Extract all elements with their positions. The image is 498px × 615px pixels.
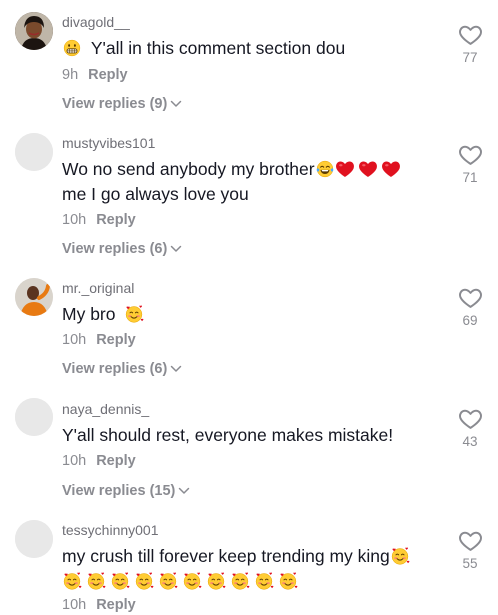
comment-text: my crush till forever keep trending my k… — [62, 544, 447, 594]
view-replies-label: View replies (9) — [62, 96, 168, 112]
smiling-face-with-hearts-icon — [206, 571, 226, 591]
reply-button[interactable]: Reply — [96, 597, 136, 613]
like-button[interactable]: 77 — [455, 22, 485, 65]
comment-text-body: Y'all should rest, everyone makes mistak… — [62, 425, 394, 445]
chevron-down-icon — [178, 487, 190, 495]
default-avatar-icon — [15, 520, 53, 558]
username[interactable]: mustyvibes101 — [62, 135, 155, 151]
comment-meta: 10h Reply — [62, 332, 136, 348]
comment-item: tessychinny001 my crush till forever kee… — [0, 512, 498, 615]
like-button[interactable]: 55 — [455, 528, 485, 571]
reply-button[interactable]: Reply — [96, 332, 136, 348]
emoji-row — [62, 571, 298, 591]
smiling-face-with-hearts-icon — [124, 304, 144, 324]
comment-text-line1: Wo no send anybody my brother — [62, 159, 315, 179]
timestamp: 10h — [62, 212, 87, 228]
avatar[interactable] — [15, 520, 53, 558]
view-replies-button[interactable]: View replies (15) — [62, 483, 190, 499]
like-button[interactable]: 71 — [455, 142, 485, 185]
comment-meta: 10h Reply — [62, 597, 136, 613]
comment-item: mr._original My bro 10h Reply View replie… — [0, 268, 498, 393]
avatar[interactable] — [15, 398, 53, 436]
smiling-face-with-hearts-icon — [110, 571, 130, 591]
heart-outline-icon — [458, 142, 483, 167]
smiling-face-with-hearts-icon — [278, 571, 298, 591]
chevron-down-icon — [170, 365, 182, 373]
username[interactable]: divagold__ — [62, 14, 130, 30]
comment-text-body: my crush till forever keep trending my k… — [62, 546, 390, 566]
smiling-face-with-hearts-icon — [86, 571, 106, 591]
chevron-down-icon — [170, 100, 182, 108]
username[interactable]: naya_dennis_ — [62, 401, 149, 417]
like-button[interactable]: 43 — [455, 406, 485, 449]
comment-meta: 10h Reply — [62, 212, 136, 228]
view-replies-label: View replies (15) — [62, 483, 176, 499]
grimacing-face-icon — [62, 38, 82, 58]
red-heart-icon — [335, 159, 355, 179]
smiling-face-with-hearts-icon — [254, 571, 274, 591]
like-count: 77 — [462, 50, 478, 65]
reply-button[interactable]: Reply — [88, 67, 128, 83]
comment-text: Wo no send anybody my brother me I go al… — [62, 157, 442, 207]
view-replies-label: View replies (6) — [62, 361, 168, 377]
like-count: 69 — [462, 313, 478, 328]
smiling-face-with-hearts-icon — [390, 546, 410, 566]
view-replies-button[interactable]: View replies (9) — [62, 96, 182, 112]
heart-outline-icon — [458, 528, 483, 553]
comment-meta: 9h Reply — [62, 67, 128, 83]
comment-text-line2: me I go always love you — [62, 184, 249, 204]
tears-of-joy-icon — [315, 159, 335, 179]
default-avatar-icon — [15, 398, 53, 436]
profile-photo-icon — [15, 278, 53, 316]
default-avatar-icon — [15, 133, 53, 171]
heart-outline-icon — [458, 285, 483, 310]
comment-item: naya_dennis_ Y'all should rest, everyone… — [0, 390, 498, 515]
like-button[interactable]: 69 — [455, 285, 485, 328]
reply-button[interactable]: Reply — [96, 212, 136, 228]
view-replies-button[interactable]: View replies (6) — [62, 361, 182, 377]
comment-text-body: Y'all in this comment section dou — [90, 38, 346, 58]
reply-button[interactable]: Reply — [96, 453, 136, 469]
comment-text-body: My bro — [62, 304, 116, 324]
avatar[interactable] — [15, 278, 53, 316]
smiling-face-with-hearts-icon — [230, 571, 250, 591]
smiling-face-with-hearts-icon — [62, 571, 82, 591]
comment-text: Y'all should rest, everyone makes mistak… — [62, 423, 442, 448]
comment-text: My bro — [62, 302, 442, 327]
username[interactable]: tessychinny001 — [62, 522, 159, 538]
comment-item: mustyvibes101 Wo no send anybody my brot… — [0, 125, 498, 265]
timestamp: 10h — [62, 453, 87, 469]
avatar[interactable] — [15, 12, 53, 50]
smiling-face-with-hearts-icon — [158, 571, 178, 591]
like-count: 43 — [462, 434, 478, 449]
view-replies-button[interactable]: View replies (6) — [62, 241, 182, 257]
profile-photo-icon — [15, 12, 53, 50]
red-heart-icon — [358, 159, 378, 179]
chevron-down-icon — [170, 245, 182, 253]
red-heart-icon — [381, 159, 401, 179]
avatar[interactable] — [15, 133, 53, 171]
smiling-face-with-hearts-icon — [182, 571, 202, 591]
username[interactable]: mr._original — [62, 280, 134, 296]
timestamp: 10h — [62, 332, 87, 348]
like-count: 71 — [462, 170, 478, 185]
comment-item: divagold__ Y'all in this comment section… — [0, 0, 498, 125]
like-count: 55 — [462, 556, 478, 571]
heart-outline-icon — [458, 22, 483, 47]
timestamp: 10h — [62, 597, 87, 613]
view-replies-label: View replies (6) — [62, 241, 168, 257]
comment-text: Y'all in this comment section dou — [62, 36, 442, 61]
timestamp: 9h — [62, 67, 79, 83]
heart-outline-icon — [458, 406, 483, 431]
comment-meta: 10h Reply — [62, 453, 136, 469]
smiling-face-with-hearts-icon — [134, 571, 154, 591]
